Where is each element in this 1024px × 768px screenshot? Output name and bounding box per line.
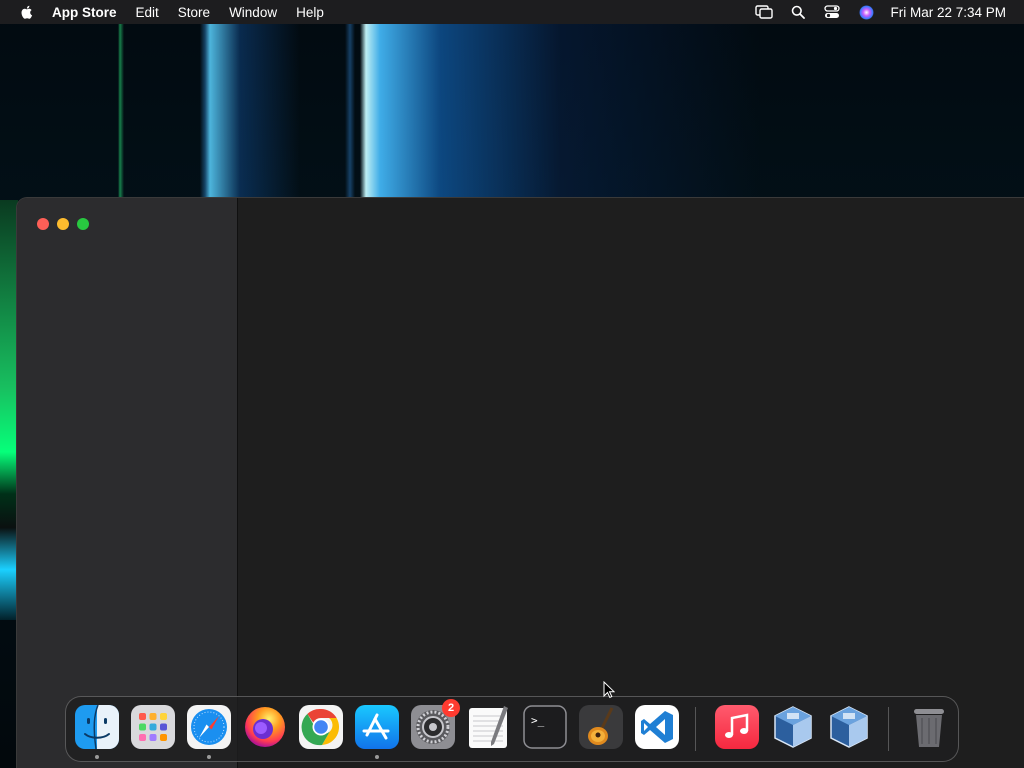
dock: 2 >_ [65,696,959,762]
vscode-icon [635,705,679,749]
terminal-icon: >_ [523,705,567,749]
dock-music[interactable] [714,704,760,750]
window-sidebar [17,198,238,768]
dock-trash[interactable] [906,704,952,750]
menu-edit[interactable]: Edit [136,5,159,20]
apple-menu-icon[interactable] [19,4,35,20]
traffic-lights [37,218,89,230]
virtualbox-icon [774,706,812,748]
firefox-icon [245,707,285,747]
menubar-clock[interactable]: Fri Mar 22 7:34 PM [890,5,1006,20]
close-window-button[interactable] [37,218,49,230]
dock-chrome[interactable] [298,704,344,750]
running-indicator [95,755,99,759]
dock-vscode[interactable] [634,704,680,750]
dock-virtualbox[interactable] [770,704,816,750]
chrome-icon [299,705,343,749]
music-icon [715,705,759,749]
running-indicator [207,755,211,759]
dock-firefox[interactable] [242,704,288,750]
finder-icon [75,704,119,750]
textedit-icon [469,706,508,748]
app-store-window [17,198,1024,768]
dock-finder[interactable] [74,704,120,759]
search-icon[interactable] [789,4,807,20]
siri-icon[interactable] [857,4,875,20]
dock-virtualbox-2[interactable] [826,704,872,750]
menu-help[interactable]: Help [296,5,324,20]
launchpad-icon [131,705,175,749]
svg-text:>_: >_ [531,714,545,727]
zoom-window-button[interactable] [77,218,89,230]
safari-icon [187,705,231,749]
minimize-window-button[interactable] [57,218,69,230]
dock-separator [695,707,696,751]
dock-textedit[interactable] [466,704,512,750]
dock-launchpad[interactable] [130,704,176,750]
mouse-cursor-icon [603,681,615,699]
dock-system-settings[interactable]: 2 [410,699,460,750]
notification-badge: 2 [442,699,460,717]
garageband-icon [579,705,623,749]
dock-terminal[interactable]: >_ [522,704,568,750]
trash-icon [914,709,944,747]
dock-separator [888,707,889,751]
menu-window[interactable]: Window [229,5,277,20]
wallpaper-glow [0,200,18,620]
dock-safari[interactable] [186,704,232,759]
screen-mirroring-icon[interactable] [755,4,774,20]
running-indicator [375,755,379,759]
window-content-area [238,198,1024,768]
app-store-icon [355,705,399,749]
menu-store[interactable]: Store [178,5,210,20]
dock-app-store[interactable] [354,704,400,759]
control-center-icon[interactable] [823,4,841,20]
menu-bar: App Store Edit Store Window Help Fri Mar… [0,0,1024,24]
dock-garageband[interactable] [578,704,624,750]
virtualbox-icon [830,706,868,748]
app-name-menu[interactable]: App Store [52,5,117,20]
